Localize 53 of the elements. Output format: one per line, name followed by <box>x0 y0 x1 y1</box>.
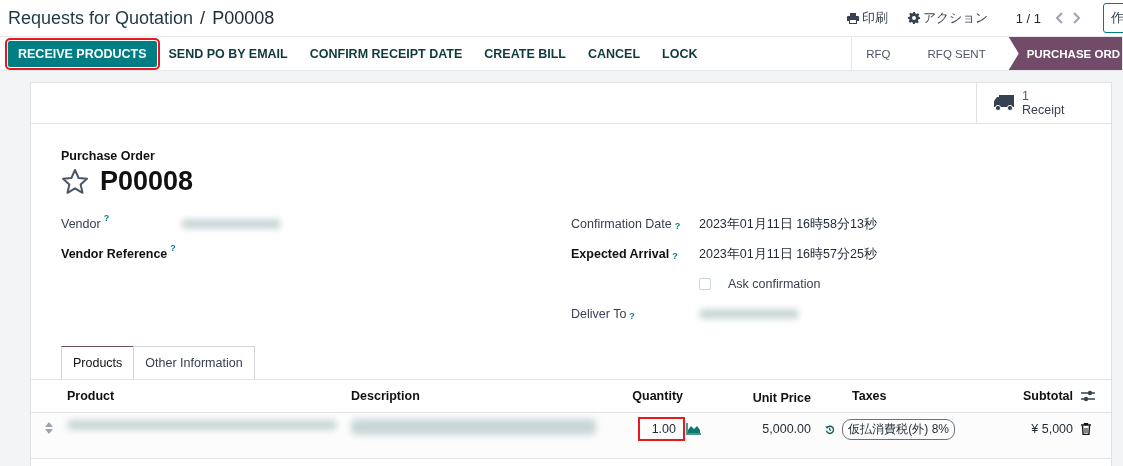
breadcrumb-separator: / <box>200 7 206 29</box>
action-button[interactable]: RECEIVE PRODUCTS <box>8 40 157 67</box>
area-chart-icon[interactable] <box>686 423 701 435</box>
history-icon[interactable] <box>825 423 835 436</box>
column-header: Description <box>351 389 421 403</box>
help-icon: ? <box>103 213 110 223</box>
action-button[interactable]: CANCEL <box>578 40 651 67</box>
printer-icon <box>846 12 859 24</box>
column-header: Taxes <box>851 389 888 403</box>
truck-icon <box>993 94 1015 112</box>
order-number: P00008 <box>100 166 194 197</box>
column-header: Quantity <box>631 389 683 403</box>
action-button[interactable]: CREATE BILL <box>474 40 576 67</box>
status-stage[interactable]: PURCHASE ORD <box>1008 37 1123 70</box>
field-label: Vendor <box>61 217 101 231</box>
star-icon[interactable] <box>61 168 89 195</box>
settings-icon <box>907 12 920 24</box>
date-value: 2023年01月11日 16時58分13秒 <box>699 215 877 233</box>
trash-icon[interactable] <box>1081 423 1091 435</box>
help-icon: ? <box>170 243 176 253</box>
record-title: P00008 <box>212 7 275 29</box>
action-button[interactable]: アクション <box>907 9 988 27</box>
action-button[interactable]: CONFIRM RECEIPT DATE <box>299 40 473 67</box>
status-stage[interactable]: RFQ SENT <box>913 37 1009 70</box>
help-icon: ? <box>629 311 635 321</box>
field-label: Expected Arrival <box>571 247 670 261</box>
checkbox-label: Ask confirmation <box>728 277 821 291</box>
help-icon: ? <box>672 251 678 261</box>
table-cell-text: 5,000.00 <box>761 421 811 436</box>
drag-handle-icon[interactable] <box>45 422 53 434</box>
status-stage[interactable]: RFQ <box>852 37 914 70</box>
pager-value: 1 / 1 <box>1015 10 1041 26</box>
column-settings-icon[interactable] <box>1081 390 1095 402</box>
column-header: Unit Price <box>751 389 811 405</box>
print-button[interactable]: 印刷 <box>846 9 888 27</box>
tab[interactable]: Other Information <box>133 346 255 379</box>
field-label: Deliver To <box>571 307 627 321</box>
new-button[interactable]: 作 <box>1103 3 1123 33</box>
checkbox[interactable] <box>699 278 711 290</box>
action-button[interactable]: SEND PO BY EMAIL <box>158 40 298 67</box>
field-label: Confirmation Date <box>571 217 672 231</box>
date-value: 2023年01月11日 16時57分25秒 <box>699 245 877 263</box>
field-label: Vendor Reference <box>61 247 168 261</box>
column-header: Subtotal <box>1022 389 1073 403</box>
form-caption: Purchase Order <box>61 149 156 163</box>
help-icon: ? <box>674 221 681 231</box>
action-button[interactable]: LOCK <box>652 40 708 67</box>
tax-tag: 仮払消費税(外) 8% <box>842 419 955 440</box>
tab[interactable]: Products <box>61 346 135 379</box>
quantity-value[interactable]: 1.00 <box>639 419 683 439</box>
column-header: Product <box>67 389 116 403</box>
table-cell-text: ¥ 5,000 <box>1030 421 1073 436</box>
breadcrumb-link[interactable]: Requests for Quotation <box>8 7 194 29</box>
